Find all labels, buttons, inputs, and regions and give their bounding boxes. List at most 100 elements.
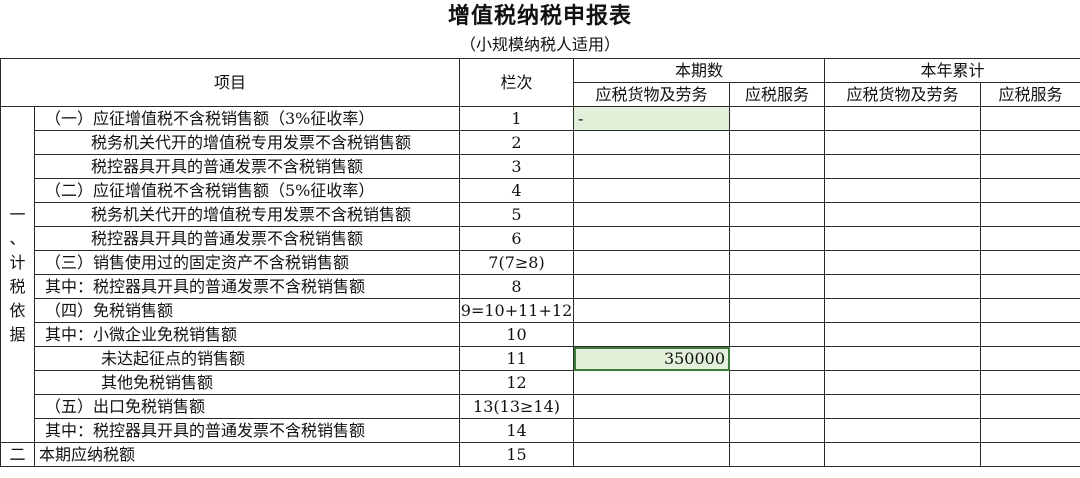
row-label: （四）免税销售额 bbox=[33, 298, 461, 323]
row-label: （三）销售使用过的固定资产不含税销售额 bbox=[33, 250, 461, 275]
row-label: 税控器具开具的普通发票不含税销售额 bbox=[33, 226, 461, 251]
cell-ytd-services[interactable] bbox=[980, 154, 1080, 179]
table-row: 税务机关代开的增值税专用发票不含税销售额 2 bbox=[1, 130, 1080, 155]
cell-ytd-services[interactable] bbox=[980, 394, 1080, 419]
cell-current-services[interactable] bbox=[729, 226, 826, 251]
cell-ytd-goods[interactable] bbox=[824, 442, 982, 467]
cell-current-services[interactable] bbox=[729, 394, 826, 419]
cell-ytd-services[interactable] bbox=[980, 106, 1080, 131]
cell-ytd-services[interactable] bbox=[980, 322, 1080, 347]
cell-current-services[interactable] bbox=[729, 178, 826, 203]
header-current-period: 本期数 bbox=[573, 58, 826, 83]
cell-current-goods[interactable] bbox=[573, 394, 731, 419]
table-row: （三）销售使用过的固定资产不含税销售额 7(7≥8) bbox=[1, 250, 1080, 275]
cell-current-goods-selected[interactable]: 350000 bbox=[573, 346, 731, 371]
cell-ytd-goods[interactable] bbox=[824, 154, 982, 179]
cell-current-services[interactable] bbox=[729, 322, 826, 347]
cell-current-goods[interactable] bbox=[573, 418, 731, 443]
cell-current-goods[interactable] bbox=[573, 202, 731, 227]
row-column-no: 12 bbox=[459, 370, 575, 395]
category-char: 、 bbox=[9, 228, 26, 248]
cell-ytd-services[interactable] bbox=[980, 418, 1080, 443]
cell-current-services[interactable] bbox=[729, 154, 826, 179]
cell-current-services[interactable] bbox=[729, 370, 826, 395]
cell-ytd-goods[interactable] bbox=[824, 226, 982, 251]
cell-current-goods[interactable] bbox=[573, 250, 731, 275]
cell-current-goods[interactable] bbox=[573, 130, 731, 155]
cell-ytd-services[interactable] bbox=[980, 250, 1080, 275]
cell-ytd-goods[interactable] bbox=[824, 274, 982, 299]
cell-current-services[interactable] bbox=[729, 274, 826, 299]
cell-ytd-services[interactable] bbox=[980, 130, 1080, 155]
category-char: 据 bbox=[9, 324, 26, 344]
cell-ytd-services[interactable] bbox=[980, 370, 1080, 395]
header-current-services: 应税服务 bbox=[729, 82, 826, 107]
cell-ytd-goods[interactable] bbox=[824, 250, 982, 275]
cell-ytd-services[interactable] bbox=[980, 226, 1080, 251]
row-label: 其中：税控器具开具的普通发票不含税销售额 bbox=[33, 418, 461, 443]
row-label: 税务机关代开的增值税专用发票不含税销售额 bbox=[33, 130, 461, 155]
cell-ytd-goods[interactable] bbox=[824, 322, 982, 347]
cell-current-goods[interactable] bbox=[573, 442, 731, 467]
cell-current-services[interactable] bbox=[729, 250, 826, 275]
header-current-goods: 应税货物及劳务 bbox=[573, 82, 731, 107]
table-row: 其中：税控器具开具的普通发票不含税销售额 14 bbox=[1, 418, 1080, 443]
cell-current-goods[interactable] bbox=[573, 322, 731, 347]
table-row: 税务机关代开的增值税专用发票不含税销售额 5 bbox=[1, 202, 1080, 227]
cell-current-services[interactable] bbox=[729, 418, 826, 443]
form-title: 增值税纳税申报表 bbox=[447, 4, 632, 29]
cell-ytd-goods[interactable] bbox=[824, 394, 982, 419]
cell-ytd-goods[interactable] bbox=[824, 178, 982, 203]
table-row: 未达起征点的销售额 11 350000 bbox=[1, 346, 1080, 371]
cell-ytd-services[interactable] bbox=[980, 202, 1080, 227]
category-char: 依 bbox=[9, 300, 26, 320]
row-label: 本期应纳税额 bbox=[33, 442, 461, 467]
category-char: 税 bbox=[9, 276, 26, 296]
table-row: （二）应征增值税不含税销售额（5%征收率） 4 bbox=[1, 178, 1080, 203]
cell-ytd-goods[interactable] bbox=[824, 202, 982, 227]
cell-current-goods[interactable] bbox=[573, 178, 731, 203]
cell-ytd-services[interactable] bbox=[980, 298, 1080, 323]
cell-ytd-services[interactable] bbox=[980, 178, 1080, 203]
cell-ytd-goods[interactable] bbox=[824, 130, 982, 155]
cell-current-goods[interactable] bbox=[573, 154, 731, 179]
cell-ytd-goods[interactable] bbox=[824, 418, 982, 443]
cell-current-goods[interactable]: - bbox=[573, 106, 731, 131]
cell-current-services[interactable] bbox=[729, 442, 826, 467]
row-column-no: 2 bbox=[459, 130, 575, 155]
table-row: 一 、 计 税 依 据 （一）应征增值税不含税销售额（3%征收率） 1 - bbox=[0, 106, 1080, 443]
table-row: 其中：小微企业免税销售额 10 bbox=[1, 322, 1080, 347]
row-label: 其中：小微企业免税销售额 bbox=[33, 322, 461, 347]
row-column-no: 6 bbox=[459, 226, 575, 251]
cell-ytd-goods[interactable] bbox=[824, 346, 982, 371]
table-row: 税控器具开具的普通发票不含税销售额 3 bbox=[1, 154, 1080, 179]
table-row: 税控器具开具的普通发票不含税销售额 6 bbox=[1, 226, 1080, 251]
row-column-no: 4 bbox=[459, 178, 575, 203]
cell-current-goods[interactable] bbox=[573, 298, 731, 323]
cell-current-services[interactable] bbox=[729, 106, 826, 131]
cell-ytd-services[interactable] bbox=[980, 346, 1080, 371]
cell-current-services[interactable] bbox=[729, 298, 826, 323]
row-column-no: 10 bbox=[459, 322, 575, 347]
cell-ytd-goods[interactable] bbox=[824, 298, 982, 323]
row-column-no: 9=10+11+12 bbox=[459, 298, 575, 323]
cell-current-services[interactable] bbox=[729, 130, 826, 155]
row-column-no: 13(13≥14) bbox=[459, 394, 575, 419]
row-column-no: 8 bbox=[459, 274, 575, 299]
cell-current-goods[interactable] bbox=[573, 274, 731, 299]
cell-ytd-goods[interactable] bbox=[824, 106, 982, 131]
row-column-no: 11 bbox=[459, 346, 575, 371]
cell-current-services[interactable] bbox=[729, 346, 826, 371]
header-ytd-services: 应税服务 bbox=[980, 82, 1080, 107]
row-column-no: 14 bbox=[459, 418, 575, 443]
cell-ytd-services[interactable] bbox=[980, 274, 1080, 299]
cell-current-services[interactable] bbox=[729, 202, 826, 227]
row-column-no: 5 bbox=[459, 202, 575, 227]
category-tax-payable: 二 bbox=[0, 442, 35, 467]
cell-current-goods[interactable] bbox=[573, 370, 731, 395]
table-row: 其他免税销售额 12 bbox=[1, 370, 1080, 395]
cell-ytd-services[interactable] bbox=[980, 442, 1080, 467]
cell-current-goods[interactable] bbox=[573, 226, 731, 251]
cell-ytd-goods[interactable] bbox=[824, 370, 982, 395]
row-column-no: 3 bbox=[459, 154, 575, 179]
